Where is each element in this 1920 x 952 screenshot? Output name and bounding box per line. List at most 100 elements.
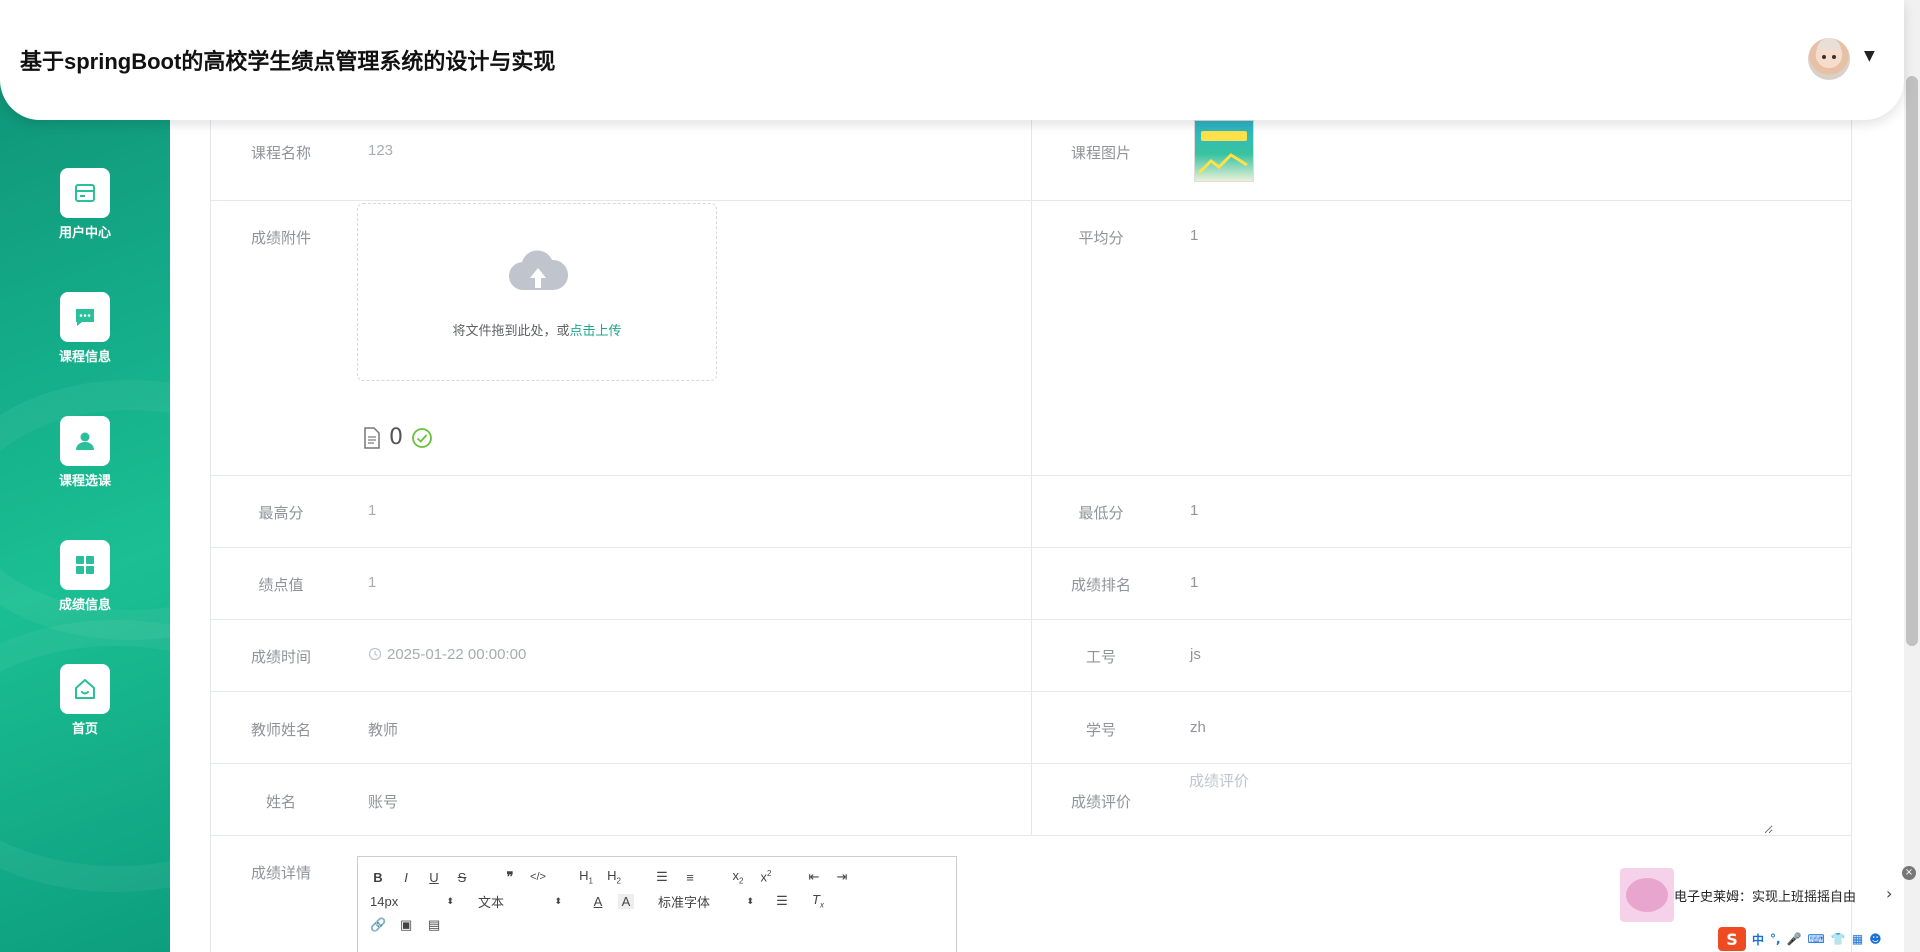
form-row: 课程名称 123 课程图片	[210, 118, 1852, 201]
evaluation-label: 成绩评价	[1070, 794, 1131, 811]
min-score-value: 1	[1190, 502, 1199, 519]
form-row: 绩点值 1 成绩排名 1	[210, 548, 1852, 620]
italic-button[interactable]: I	[398, 870, 414, 885]
chat-icon	[76, 309, 94, 326]
font-family-select[interactable]: 标准字体 ⬍	[658, 892, 754, 911]
ordered-list-icon[interactable]: ☰	[654, 869, 670, 885]
superscript-button[interactable]: x2	[758, 869, 774, 884]
shirt-icon[interactable]: 👕	[1831, 932, 1846, 946]
user-center-icon	[75, 184, 95, 202]
rank-value: 1	[1190, 574, 1199, 591]
scrollbar-thumb[interactable]	[1906, 76, 1918, 646]
image-icon[interactable]: ▣	[398, 917, 414, 933]
course-image[interactable]	[1194, 120, 1254, 182]
form-row: 成绩附件 将文件拖到此处，或点击上传 0 平均分 1	[210, 201, 1852, 476]
avatar[interactable]	[1808, 38, 1850, 80]
nav-tile	[60, 540, 110, 590]
form-row: 姓名 账号 成绩评价	[210, 764, 1852, 836]
average-label: 平均分	[1078, 230, 1124, 247]
close-icon[interactable]: ×	[1902, 866, 1916, 880]
course-image-label: 课程图片	[1070, 145, 1131, 162]
select-arrow-icon: ⬍	[554, 895, 562, 906]
music-title: 电子史莱姆：实现上班摇摇自由	[1674, 889, 1857, 904]
sidebar-item-user-center[interactable]: 用户中心	[0, 168, 170, 241]
font-size-select[interactable]: 14px ⬍	[370, 894, 454, 909]
max-score-label: 最高分	[258, 505, 304, 522]
avatar-eye	[1822, 55, 1826, 59]
header1-button[interactable]: H1	[578, 868, 594, 886]
attachment-label: 成绩附件	[250, 230, 311, 247]
chevron-right-icon[interactable]: ›	[1886, 884, 1892, 903]
max-score-value: 1	[368, 502, 377, 519]
nav-tile	[60, 416, 110, 466]
person-icon	[76, 432, 94, 450]
sogou-logo-icon[interactable]: S	[1718, 927, 1746, 951]
upload-hint: 将文件拖到此处，或点击上传	[358, 320, 716, 339]
student-no-label: 学号	[1085, 722, 1116, 739]
form-row: 成绩详情 B I U S ❞ </> H1 H2 ☰ ≡ x2 x2 ⇤ ⇥ 1…	[210, 836, 1852, 952]
indent-icon[interactable]: ⇥	[834, 869, 850, 885]
job-no-label: 工号	[1085, 649, 1116, 666]
sidebar-item-label: 用户中心	[58, 226, 111, 241]
caret-down-icon[interactable]: ▼	[1864, 48, 1875, 64]
keyboard-icon[interactable]: ⌨	[1808, 932, 1825, 946]
music-avatar	[1620, 868, 1674, 922]
sidebar-item-label: 课程信息	[58, 350, 111, 365]
average-value: 1	[1190, 227, 1199, 244]
min-score-label: 最低分	[1078, 505, 1124, 522]
sidebar-item-score-info[interactable]: 成绩信息	[0, 540, 170, 613]
underline-button[interactable]: U	[426, 870, 442, 885]
file-count: 0	[389, 425, 403, 450]
rank-label: 成绩排名	[1070, 577, 1131, 594]
select-arrow-icon: ⬍	[446, 895, 454, 906]
course-name-value: 123	[368, 142, 394, 159]
gpa-label: 绩点值	[258, 577, 304, 594]
sidebar-item-home[interactable]: 首页	[0, 664, 170, 737]
outdent-icon[interactable]: ⇤	[806, 869, 822, 885]
strike-button[interactable]: S	[454, 870, 470, 885]
header2-button[interactable]: H2	[606, 868, 622, 886]
grid-icon	[76, 556, 94, 574]
sidebar-item-course-info[interactable]: 课程信息	[0, 292, 170, 365]
upload-link[interactable]: 点击上传	[570, 324, 622, 339]
select-arrow-icon: ⬍	[746, 895, 754, 906]
video-icon[interactable]: ▤	[426, 917, 442, 933]
bold-button[interactable]: B	[370, 870, 386, 885]
block-type-value: 文本	[478, 894, 505, 910]
apps-grid-icon[interactable]: ▦	[1852, 932, 1863, 946]
teacher-name-label: 教师姓名	[250, 722, 311, 739]
clear-format-icon[interactable]: Tx	[810, 892, 826, 910]
detail-form: 课程名称 123 课程图片 成绩附件 将文件拖到此处，或点击上传 0 平均分 1…	[210, 0, 1852, 952]
ime-mode[interactable]: 中	[1752, 931, 1764, 948]
settings-icon[interactable]: ☻	[1869, 932, 1882, 946]
form-row: 最高分 1 最低分 1	[210, 476, 1852, 548]
sidebar: 用户中心 课程信息 课程选课 成绩信息 首页	[0, 0, 170, 952]
book-cover-art	[1197, 153, 1248, 175]
detail-label: 成绩详情	[250, 865, 311, 882]
header: 基于springBoot的高校学生绩点管理系统的设计与实现 ▼	[0, 0, 1904, 120]
microphone-icon[interactable]: 🎤	[1787, 932, 1802, 946]
bullet-list-icon[interactable]: ≡	[682, 870, 698, 885]
nav-tile	[60, 664, 110, 714]
evaluation-textarea[interactable]	[1181, 764, 1773, 834]
sidebar-item-label: 首页	[71, 722, 98, 737]
sidebar-item-course-select[interactable]: 课程选课	[0, 416, 170, 489]
form-row: 教师姓名 教师 学号 zh	[210, 692, 1852, 764]
score-time-label: 成绩时间	[250, 649, 311, 666]
music-widget[interactable]: 电子史莱姆：实现上班摇摇自由 ›	[1618, 868, 1904, 924]
sidebar-item-label: 课程选课	[58, 474, 111, 489]
punctuation-icon[interactable]: °,	[1770, 932, 1781, 946]
background-color-icon[interactable]: A	[618, 893, 634, 909]
subscript-button[interactable]: x2	[730, 868, 746, 886]
block-type-select[interactable]: 文本 ⬍	[478, 892, 562, 911]
upload-dropzone[interactable]: 将文件拖到此处，或点击上传	[357, 203, 717, 381]
clock-icon	[368, 647, 382, 661]
course-name-label: 课程名称	[250, 145, 311, 162]
align-icon[interactable]: ☰	[774, 893, 790, 909]
font-color-icon[interactable]: A	[590, 894, 606, 909]
teacher-name-value: 教师	[368, 722, 399, 739]
link-icon[interactable]: 🔗	[370, 917, 386, 933]
ime-toolbar: S 中 °, 🎤 ⌨ 👕 ▦ ☻	[1718, 926, 1882, 952]
code-button[interactable]: </>	[530, 871, 546, 883]
quote-button[interactable]: ❞	[502, 869, 518, 885]
